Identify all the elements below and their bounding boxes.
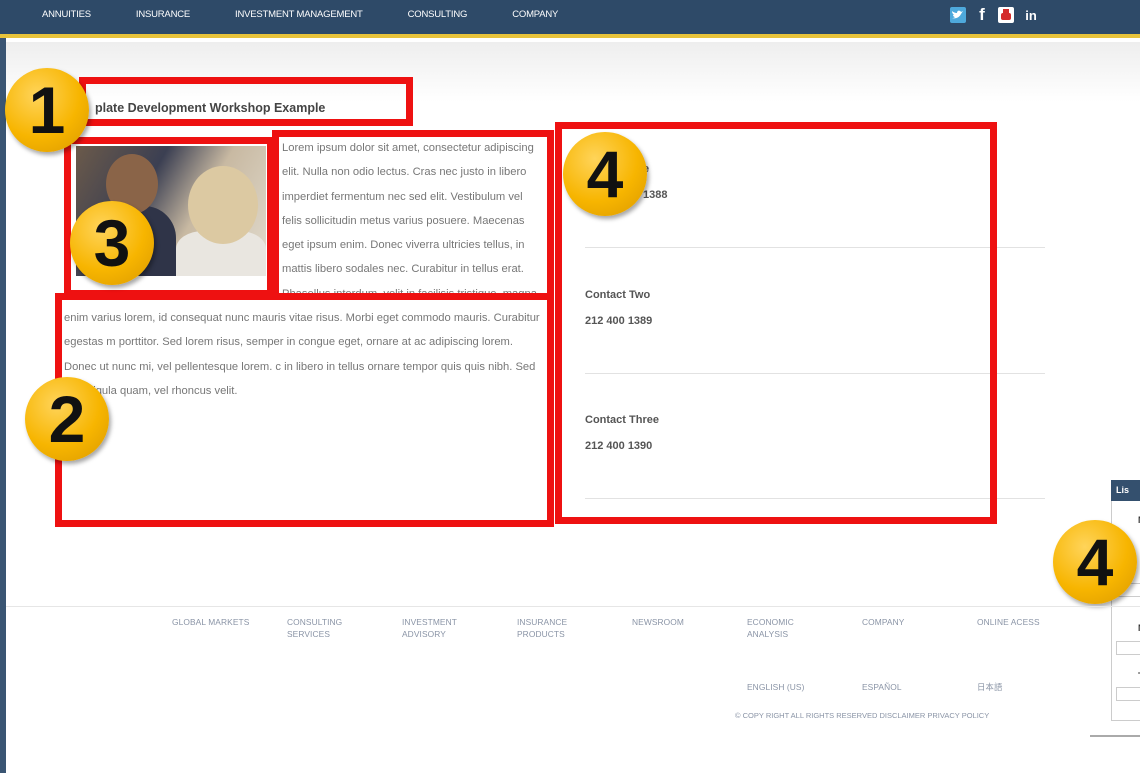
top-navigation-bar: ANNUITIES INSURANCE INVESTMENT MANAGEMEN… xyxy=(0,0,1140,38)
footer-divider xyxy=(6,606,1140,607)
nav-item-investment-management[interactable]: INVESTMENT MANAGEMENT xyxy=(235,9,363,20)
footer-link-company[interactable]: COMPANY xyxy=(862,616,904,628)
footer-link-insurance-products[interactable]: INSURANCE PRODUCTS xyxy=(517,616,567,640)
footer-link-consulting-services[interactable]: CONSULTING SERVICES xyxy=(287,616,342,640)
annotation-badge-3: 3 xyxy=(70,201,154,285)
language-japanese[interactable]: 日本語 xyxy=(977,681,1002,693)
annotation-badge-4-side: 4 xyxy=(1053,520,1137,604)
social-links: f in xyxy=(950,5,1048,24)
annotation-box-text-bottom xyxy=(55,293,554,527)
side-input-field[interactable] xyxy=(1116,641,1140,655)
nav-item-annuities[interactable]: ANNUITIES xyxy=(42,9,91,20)
language-spanish[interactable]: ESPAÑOL xyxy=(862,681,902,693)
youtube-icon[interactable] xyxy=(998,7,1014,23)
footer-link-global-markets[interactable]: GLOBAL MARKETS xyxy=(172,616,249,628)
linkedin-icon[interactable]: in xyxy=(1023,7,1039,23)
nav-item-insurance[interactable]: INSURANCE xyxy=(136,9,190,20)
footer-link-economic-analysis[interactable]: ECONOMIC ANALYSIS xyxy=(747,616,794,640)
nav-item-company[interactable]: COMPANY xyxy=(512,9,558,20)
nav-item-consulting[interactable]: CONSULTING xyxy=(408,9,468,20)
footer-link-investment-advisory[interactable]: INVESTMENT ADVISORY xyxy=(402,616,457,640)
annotation-badge-1: 1 xyxy=(5,68,89,152)
footer-legal-text: © COPY RIGHT ALL RIGHTS RESERVED DISCLAI… xyxy=(735,711,990,720)
footer-link-newsroom[interactable]: NEWSROOM xyxy=(632,616,684,628)
twitter-icon[interactable] xyxy=(950,7,966,23)
side-input-field[interactable] xyxy=(1116,687,1140,701)
annotation-badge-2: 2 xyxy=(25,377,109,461)
annotation-box-title xyxy=(79,77,413,126)
annotation-box-text-top xyxy=(272,130,554,300)
footer-link-online-access[interactable]: ONLINE ACESS xyxy=(977,616,1040,628)
facebook-icon[interactable]: f xyxy=(975,5,989,24)
annotation-badge-4: 4 xyxy=(563,132,647,216)
language-english[interactable]: ENGLISH (US) xyxy=(747,681,805,693)
side-widget-tab[interactable]: Lis xyxy=(1111,480,1140,501)
panel-shadow xyxy=(1090,735,1140,737)
main-menu: ANNUITIES INSURANCE INVESTMENT MANAGEMEN… xyxy=(42,9,603,20)
